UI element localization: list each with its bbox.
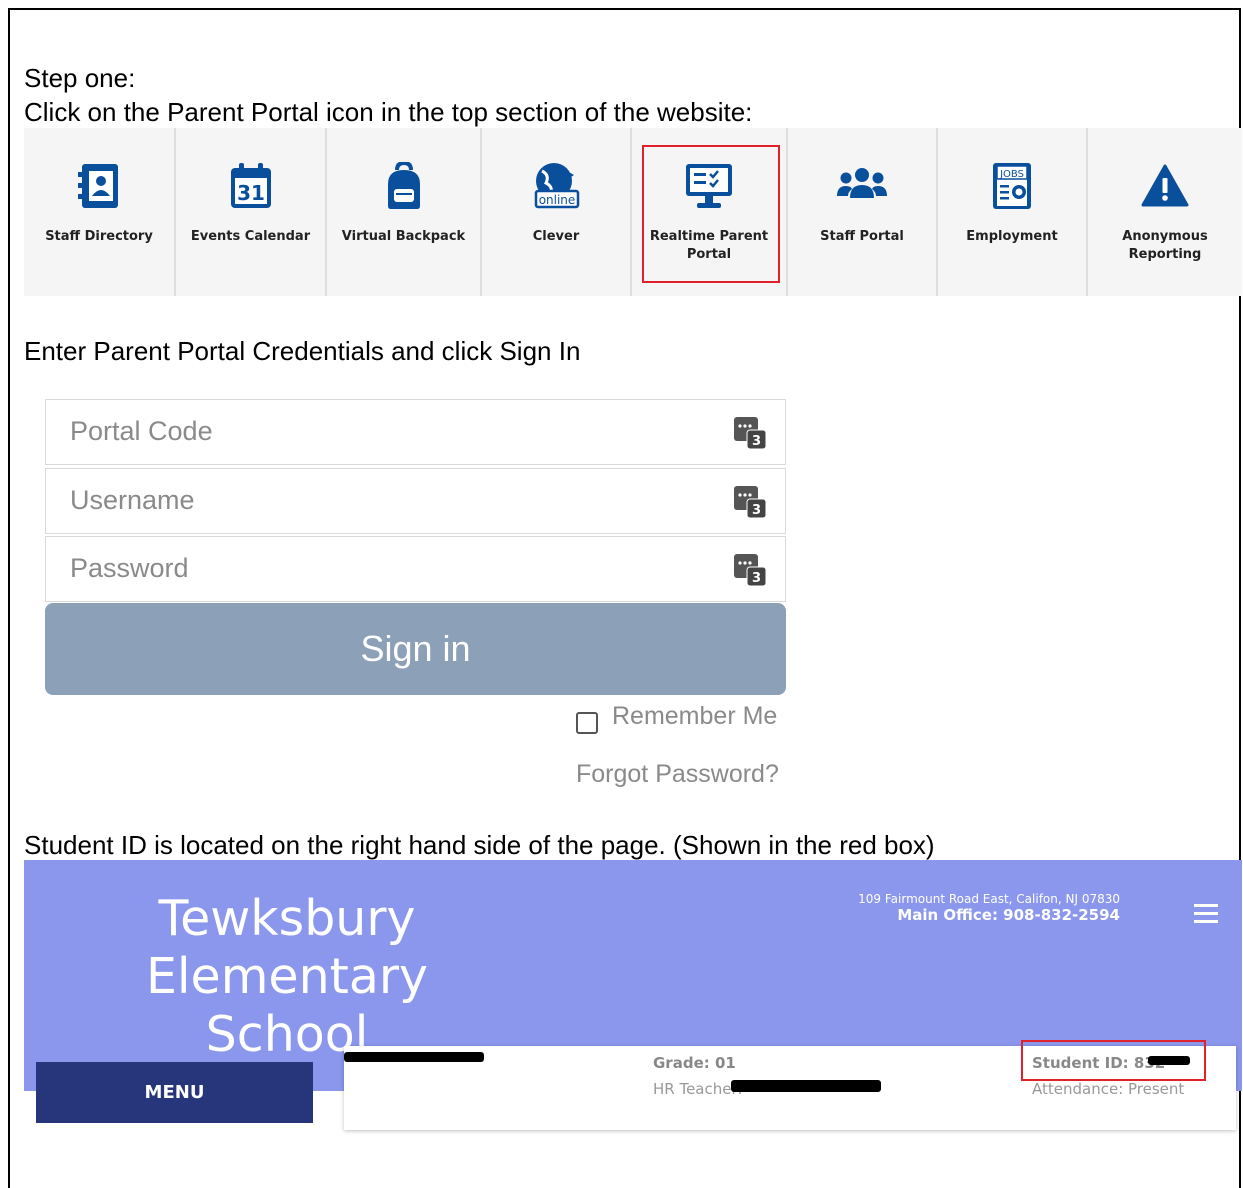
step-one-heading: Step one: [24, 63, 136, 93]
quick-link-label: Staff Directory [45, 229, 153, 244]
portal-code-field[interactable]: 3 [45, 399, 786, 465]
username-field[interactable]: 3 [45, 468, 786, 534]
school-name: Tewksbury Elementary School [82, 890, 492, 1064]
quick-link-label: Clever [532, 229, 580, 244]
group-users-icon [836, 162, 888, 210]
remember-me-row[interactable]: Remember Me [576, 698, 777, 734]
svg-text:3: 3 [752, 571, 761, 586]
attendance-status: Attendance: Present [1032, 1080, 1185, 1098]
calendar-icon: 31 [228, 162, 274, 210]
student-id-instruction: Student ID is located on the right hand … [24, 830, 935, 860]
svg-text:3: 3 [752, 503, 761, 518]
menu-button[interactable]: MENU [36, 1062, 313, 1123]
quick-link-label: Virtual Backpack [341, 229, 466, 244]
keyboard-icon[interactable]: 3 [733, 416, 767, 455]
quick-link-label: Realtime Parent Portal [649, 229, 769, 262]
redaction-mark [344, 1052, 484, 1062]
school-phone: Main Office: 908-832-2594 [897, 906, 1120, 924]
svg-text:3: 3 [752, 434, 761, 449]
quick-link-staff-directory[interactable]: Staff Directory [24, 128, 176, 296]
hamburger-menu-icon[interactable] [1194, 904, 1218, 928]
portal-code-input[interactable] [46, 400, 710, 462]
backpack-icon [384, 162, 424, 210]
school-address: 109 Fairmount Road East, Califon, NJ 078… [858, 892, 1120, 906]
svg-text:online: online [539, 193, 576, 207]
hr-teacher: HR Teacher: [653, 1080, 743, 1098]
quick-link-staff-portal[interactable]: Staff Portal [788, 128, 938, 296]
quick-links-bar: Staff Directory 31 Events Calendar Virtu… [24, 128, 1242, 296]
student-id-highlight-box [1021, 1040, 1206, 1081]
quick-link-realtime-parent-portal[interactable]: Realtime Parent Portal [632, 128, 788, 296]
monitor-checklist-icon [684, 162, 734, 210]
quick-link-label: Employment [966, 229, 1058, 244]
school-contact: 109 Fairmount Road East, Califon, NJ 078… [858, 892, 1120, 924]
quick-link-label: Anonymous Reporting [1122, 229, 1208, 262]
student-grade: Grade: 01 [653, 1054, 736, 1072]
keyboard-icon[interactable]: 3 [733, 485, 767, 524]
online-globe-icon: online [530, 162, 582, 210]
quick-link-anonymous-reporting[interactable]: Anonymous Reporting [1088, 128, 1242, 296]
svg-text:JOBS: JOBS [999, 169, 1024, 180]
sign-in-button[interactable]: Sign in [45, 603, 786, 695]
quick-link-label: Events Calendar [190, 229, 311, 244]
contact-book-icon [77, 162, 121, 210]
school-name-line1: Tewksbury [158, 890, 416, 947]
password-input[interactable] [46, 537, 710, 599]
jobs-icon: JOBS [989, 162, 1035, 210]
quick-link-label: Staff Portal [820, 229, 904, 244]
svg-text:31: 31 [237, 181, 265, 205]
step-one-detail: Click on the Parent Portal icon in the t… [24, 97, 753, 127]
redaction-mark [731, 1080, 881, 1092]
quick-link-clever[interactable]: online Clever [482, 128, 632, 296]
forgot-password-link[interactable]: Forgot Password? [576, 760, 779, 789]
password-field[interactable]: 3 [45, 536, 786, 602]
remember-me-checkbox[interactable] [576, 712, 598, 734]
remember-me-label: Remember Me [612, 701, 778, 730]
credentials-instruction: Enter Parent Portal Credentials and clic… [24, 336, 581, 366]
quick-link-virtual-backpack[interactable]: Virtual Backpack [327, 128, 482, 296]
warning-triangle-icon [1141, 162, 1189, 210]
quick-link-events-calendar[interactable]: 31 Events Calendar [176, 128, 327, 296]
quick-link-employment[interactable]: JOBS Employment [938, 128, 1088, 296]
keyboard-icon[interactable]: 3 [733, 553, 767, 592]
username-input[interactable] [46, 469, 710, 531]
